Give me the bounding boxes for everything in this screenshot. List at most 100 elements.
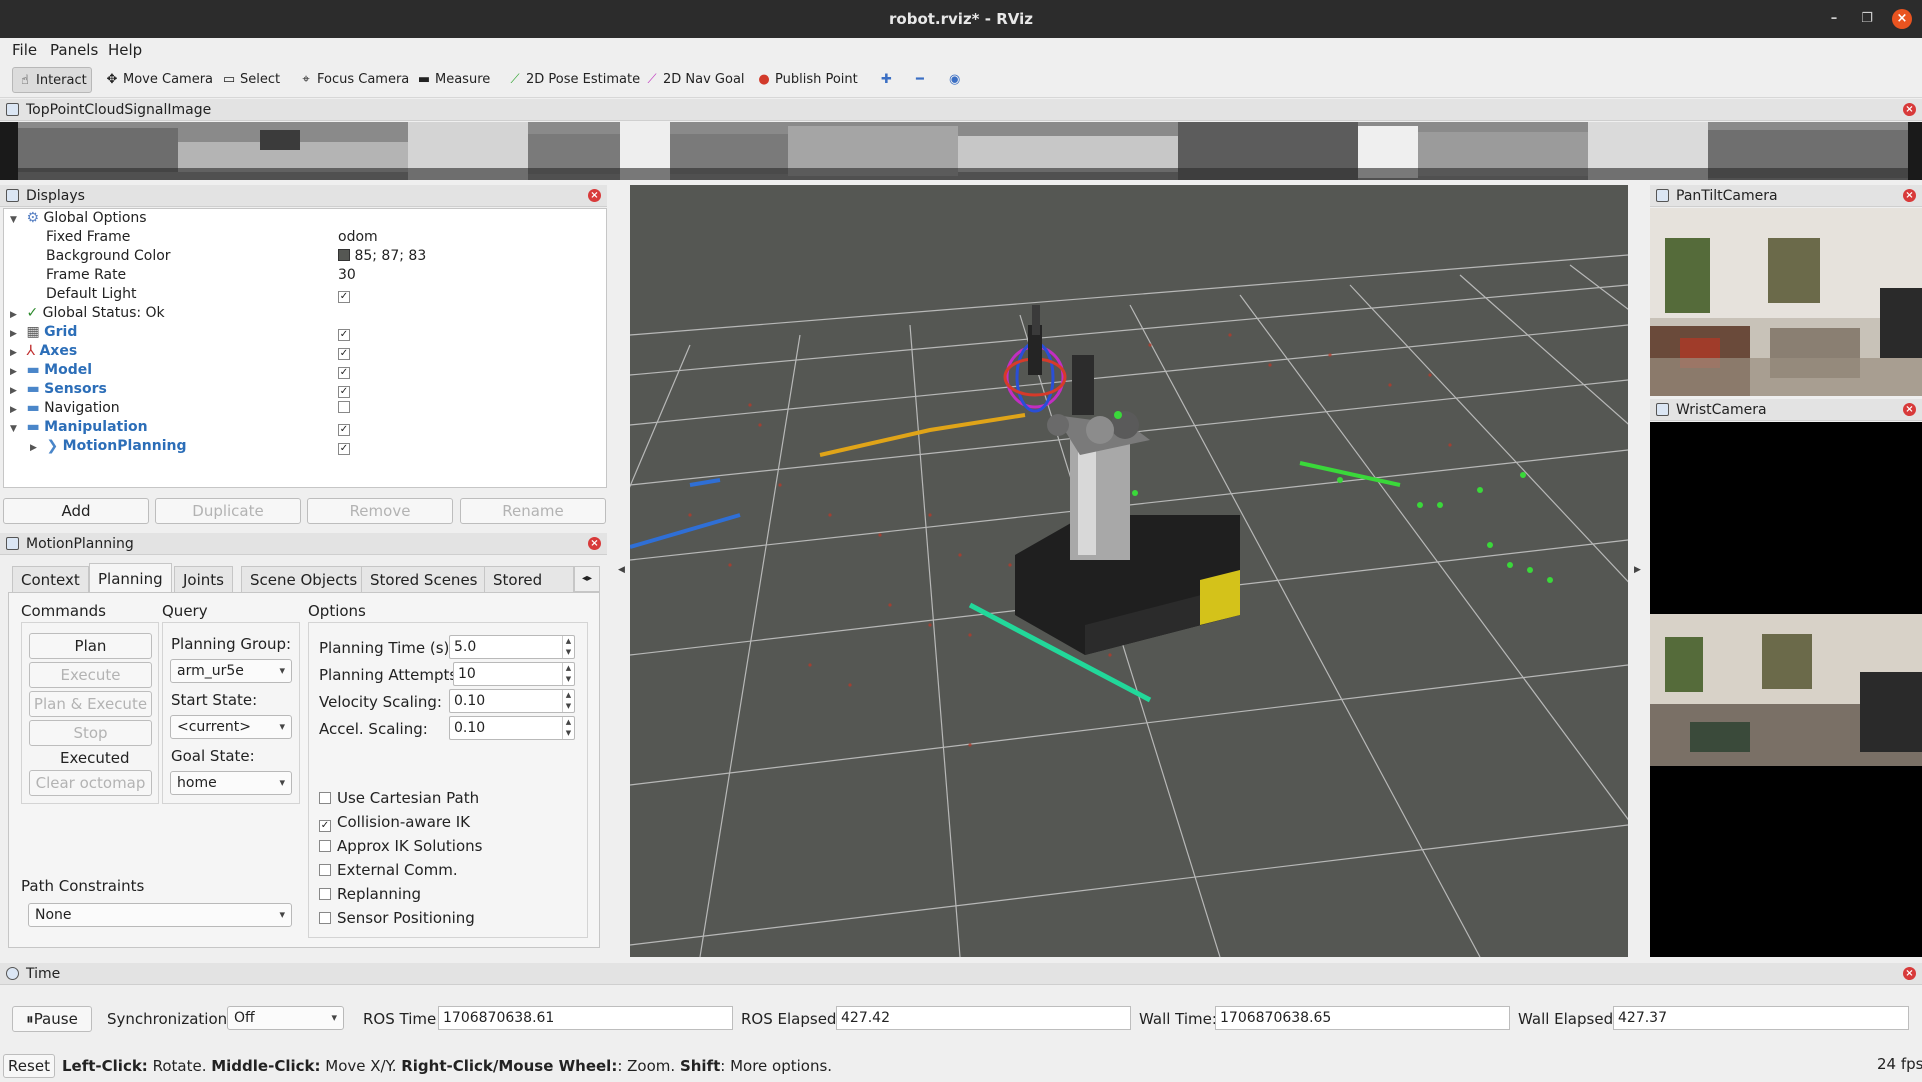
- pause-button[interactable]: ⏸Pause: [12, 1006, 92, 1032]
- tab-scene-objects[interactable]: Scene Objects: [241, 566, 367, 592]
- plan-button[interactable]: Plan: [29, 633, 152, 659]
- clear-octomap-button[interactable]: Clear octomap: [29, 770, 152, 796]
- minimize-icon[interactable]: –: [1824, 9, 1844, 29]
- close-icon[interactable]: ×: [1903, 403, 1916, 416]
- remove-button[interactable]: Remove: [307, 498, 453, 524]
- spin-arrows-icon[interactable]: ▲ ▼: [562, 717, 574, 739]
- spin-arrows-icon[interactable]: ▲ ▼: [562, 690, 574, 712]
- reset-button[interactable]: Reset: [3, 1054, 55, 1078]
- select-tool[interactable]: ▭ Select: [217, 67, 284, 93]
- expand-icon[interactable]: ▼: [10, 211, 22, 230]
- eye-icon[interactable]: ◉: [945, 67, 964, 93]
- display-item-motionplanning[interactable]: ▶ ❯ MotionPlanning: [30, 437, 187, 456]
- sensors-checkbox[interactable]: ✓: [338, 380, 350, 399]
- display-item-sensors[interactable]: ▶ ▬ Sensors: [10, 380, 107, 399]
- tab-joints[interactable]: Joints: [174, 566, 233, 592]
- sync-select[interactable]: Off: [227, 1006, 344, 1030]
- minus-icon[interactable]: ━: [912, 67, 928, 93]
- manipulation-checkbox[interactable]: ✓: [338, 418, 350, 437]
- default-light-row[interactable]: Default Light: [46, 285, 137, 304]
- menu-file[interactable]: File: [12, 41, 37, 59]
- menu-panels[interactable]: Panels: [50, 41, 98, 59]
- planning-time-spinbox[interactable]: 5.0 ▲ ▼: [449, 635, 575, 659]
- measure-tool[interactable]: ▬ Measure: [412, 67, 494, 93]
- menu-help[interactable]: Help: [108, 41, 142, 59]
- tab-context[interactable]: Context: [12, 566, 89, 592]
- execute-button[interactable]: Execute: [29, 662, 152, 688]
- start-state-select[interactable]: <current>: [170, 715, 292, 739]
- focus-camera-tool[interactable]: ⌖ Focus Camera: [294, 67, 413, 93]
- close-icon[interactable]: ×: [1892, 9, 1912, 29]
- replanning-checkbox[interactable]: Replanning: [319, 885, 421, 903]
- plus-icon[interactable]: ✚: [877, 67, 896, 93]
- ros-elapsed-field[interactable]: 427.42: [836, 1006, 1131, 1030]
- publish-point-tool[interactable]: ● Publish Point: [752, 67, 862, 93]
- goal-state-select[interactable]: home: [170, 771, 292, 795]
- nav-goal-tool[interactable]: ⟋ 2D Nav Goal: [640, 67, 749, 93]
- global-options-row[interactable]: ▼ ⚙ Global Options: [10, 209, 147, 228]
- tab-stored-states[interactable]: Stored Stat: [484, 566, 574, 592]
- bg-color-value[interactable]: 85; 87; 83: [338, 247, 426, 266]
- cartesian-path-checkbox[interactable]: Use Cartesian Path: [319, 789, 479, 807]
- frame-rate-row[interactable]: Frame Rate: [46, 266, 126, 285]
- velocity-scaling-spinbox[interactable]: 0.10 ▲ ▼: [449, 689, 575, 713]
- close-icon[interactable]: ×: [588, 537, 601, 550]
- splitter-left-arrow-icon[interactable]: ◀: [618, 565, 625, 575]
- display-item-navigation[interactable]: ▶ ▬ Navigation: [10, 399, 120, 418]
- displays-tree[interactable]: ▼ ⚙ Global Options Fixed Frame odom Back…: [3, 208, 607, 488]
- close-icon[interactable]: ×: [588, 189, 601, 202]
- accel-scaling-spinbox[interactable]: 0.10 ▲ ▼: [449, 716, 575, 740]
- expand-icon[interactable]: ▶: [30, 439, 42, 458]
- collision-aware-ik-checkbox[interactable]: ✓ Collision-aware IK: [319, 813, 470, 832]
- move-camera-tool[interactable]: ✥ Move Camera: [100, 67, 217, 93]
- hint-text: Rotate.: [147, 1057, 212, 1075]
- grid-checkbox[interactable]: ✓: [338, 323, 350, 342]
- interact-tool[interactable]: ☝ Interact: [12, 67, 92, 93]
- navigation-checkbox[interactable]: [338, 399, 350, 418]
- tab-scroll-arrows[interactable]: ◂▸: [574, 566, 600, 592]
- path-constraints-select[interactable]: None: [28, 903, 292, 927]
- ros-time-field[interactable]: 1706870638.61: [438, 1006, 733, 1030]
- stop-button[interactable]: Stop: [29, 720, 152, 746]
- motionplanning-checkbox[interactable]: ✓: [338, 437, 350, 456]
- planning-attempts-spinbox[interactable]: 10 ▲ ▼: [453, 662, 575, 686]
- fixed-frame-value[interactable]: odom: [338, 228, 378, 247]
- rename-button[interactable]: Rename: [460, 498, 606, 524]
- display-item-grid[interactable]: ▶ ▦ Grid: [10, 323, 77, 342]
- add-button[interactable]: Add: [3, 498, 149, 524]
- spin-arrows-icon[interactable]: ▲ ▼: [562, 636, 574, 658]
- external-comm-checkbox[interactable]: External Comm.: [319, 861, 458, 879]
- tab-planning[interactable]: Planning: [89, 563, 172, 593]
- default-light-checkbox[interactable]: ✓: [338, 285, 350, 304]
- tab-stored-scenes[interactable]: Stored Scenes: [361, 566, 487, 592]
- model-checkbox[interactable]: ✓: [338, 361, 350, 380]
- pose-estimate-tool[interactable]: ⟋ 2D Pose Estimate: [503, 67, 644, 93]
- 3d-viewport[interactable]: [630, 185, 1628, 957]
- close-icon[interactable]: ×: [1903, 189, 1916, 202]
- close-icon[interactable]: ×: [1903, 967, 1916, 980]
- wall-elapsed-field[interactable]: 427.37: [1613, 1006, 1909, 1030]
- close-icon[interactable]: ×: [1903, 103, 1916, 116]
- display-item-axes[interactable]: ▶ ⅄ Axes: [10, 342, 77, 361]
- global-status-row[interactable]: ▶ ✓ Global Status: Ok: [10, 304, 165, 323]
- monitor-icon: [6, 189, 19, 202]
- bg-color-row[interactable]: Background Color: [46, 247, 171, 266]
- plan-execute-button[interactable]: Plan & Execute: [29, 691, 152, 717]
- menu-bar: File Panels Help: [0, 38, 1922, 62]
- spin-arrows-icon[interactable]: ▲ ▼: [562, 663, 574, 685]
- approx-ik-checkbox[interactable]: Approx IK Solutions: [319, 837, 482, 855]
- restore-icon[interactable]: ❐: [1857, 9, 1877, 29]
- wall-time-field[interactable]: 1706870638.65: [1215, 1006, 1510, 1030]
- axes-checkbox[interactable]: ✓: [338, 342, 350, 361]
- splitter-right-arrow-icon[interactable]: ▶: [1634, 565, 1641, 575]
- sensor-positioning-checkbox[interactable]: Sensor Positioning: [319, 909, 475, 927]
- planning-group-select[interactable]: arm_ur5e: [170, 659, 292, 683]
- checkbox-label: Replanning: [337, 885, 422, 903]
- fixed-frame-row[interactable]: Fixed Frame: [46, 228, 130, 247]
- display-item-model[interactable]: ▶ ▬ Model: [10, 361, 92, 380]
- display-item-manipulation[interactable]: ▼ ▬ Manipulation: [10, 418, 148, 437]
- expand-icon[interactable]: ▼: [10, 420, 22, 439]
- frame-rate-value[interactable]: 30: [338, 266, 356, 285]
- displays-header: Displays ×: [0, 185, 607, 207]
- duplicate-button[interactable]: Duplicate: [155, 498, 301, 524]
